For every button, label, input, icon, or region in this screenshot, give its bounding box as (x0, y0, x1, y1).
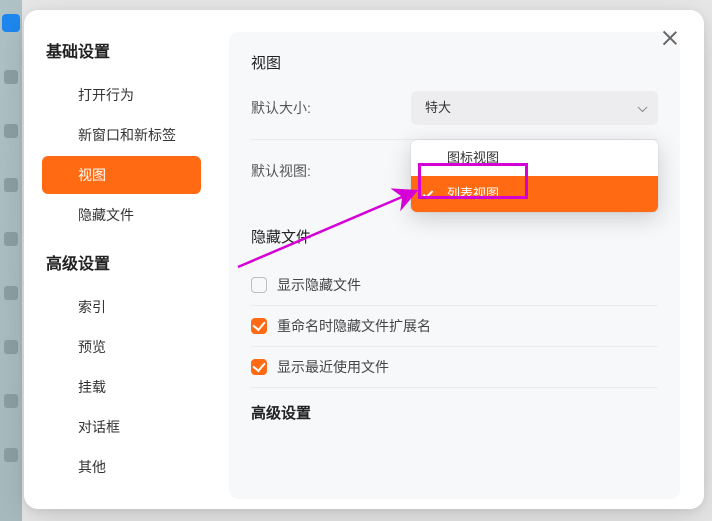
checkbox-row-show-recent[interactable]: 显示最近使用文件 (251, 347, 658, 388)
settings-panel: 视图 默认大小: 特大 默认视图: 图标视图 (229, 32, 680, 499)
checkbox-label: 重命名时隐藏文件扩展名 (277, 316, 431, 336)
sidebar-item-dialog[interactable]: 对话框 (42, 408, 201, 446)
row-default-size: 默认大小: 特大 (251, 91, 658, 140)
close-icon[interactable] (660, 28, 680, 48)
sidebar-group-advanced: 高级设置 索引 预览 挂载 对话框 其他 (24, 250, 209, 486)
checkbox-row-hide-ext-on-rename[interactable]: 重命名时隐藏文件扩展名 (251, 306, 658, 347)
checkbox-label: 显示隐藏文件 (277, 275, 361, 295)
dropdown-item-list-view[interactable]: 列表视图 (411, 176, 658, 212)
dropdown-default-view: 图标视图 列表视图 (411, 140, 658, 212)
sidebar-item-hidden-files[interactable]: 隐藏文件 (42, 196, 201, 234)
sidebar-item-other[interactable]: 其他 (42, 448, 201, 486)
checkbox-label: 显示最近使用文件 (277, 357, 389, 377)
checkbox-row-show-hidden[interactable]: 显示隐藏文件 (251, 265, 658, 306)
section-title-view: 视图 (251, 52, 658, 73)
sidebar-item-mount[interactable]: 挂载 (42, 368, 201, 406)
dropdown-item-label: 列表视图 (447, 186, 499, 201)
content-area: 视图 默认大小: 特大 默认视图: 图标视图 (209, 10, 704, 509)
checkbox-icon[interactable] (251, 277, 267, 293)
select-default-size[interactable]: 特大 (411, 91, 658, 125)
sidebar-group-title: 高级设置 (24, 250, 209, 286)
dropdown-item-label: 图标视图 (447, 150, 499, 165)
sidebar-group-title: 基础设置 (24, 38, 209, 74)
label-default-view: 默认视图: (251, 161, 411, 181)
row-default-view: 默认视图: 图标视图 列表视图 (251, 154, 658, 194)
sidebar-item-new-window-tab[interactable]: 新窗口和新标签 (42, 116, 201, 154)
sidebar-item-view[interactable]: 视图 (42, 156, 201, 194)
select-value: 特大 (425, 100, 451, 115)
sidebar: 基础设置 打开行为 新窗口和新标签 视图 隐藏文件 高级设置 索引 预览 挂载 … (24, 10, 209, 509)
section-title-advanced: 高级设置 (251, 402, 658, 423)
background-dock-icons (4, 70, 18, 462)
section-title-hidden: 隐藏文件 (251, 226, 658, 247)
check-icon (423, 188, 434, 199)
label-default-size: 默认大小: (251, 98, 411, 118)
dropdown-item-icon-view[interactable]: 图标视图 (411, 140, 658, 176)
app-icon (2, 14, 20, 32)
sidebar-item-open-behavior[interactable]: 打开行为 (42, 76, 201, 114)
sidebar-item-index[interactable]: 索引 (42, 288, 201, 326)
settings-modal: 基础设置 打开行为 新窗口和新标签 视图 隐藏文件 高级设置 索引 预览 挂载 … (24, 10, 704, 509)
sidebar-group-basic: 基础设置 打开行为 新窗口和新标签 视图 隐藏文件 (24, 38, 209, 234)
checkbox-icon[interactable] (251, 318, 267, 334)
checkbox-icon[interactable] (251, 359, 267, 375)
chevron-down-icon (638, 102, 648, 112)
sidebar-item-preview[interactable]: 预览 (42, 328, 201, 366)
